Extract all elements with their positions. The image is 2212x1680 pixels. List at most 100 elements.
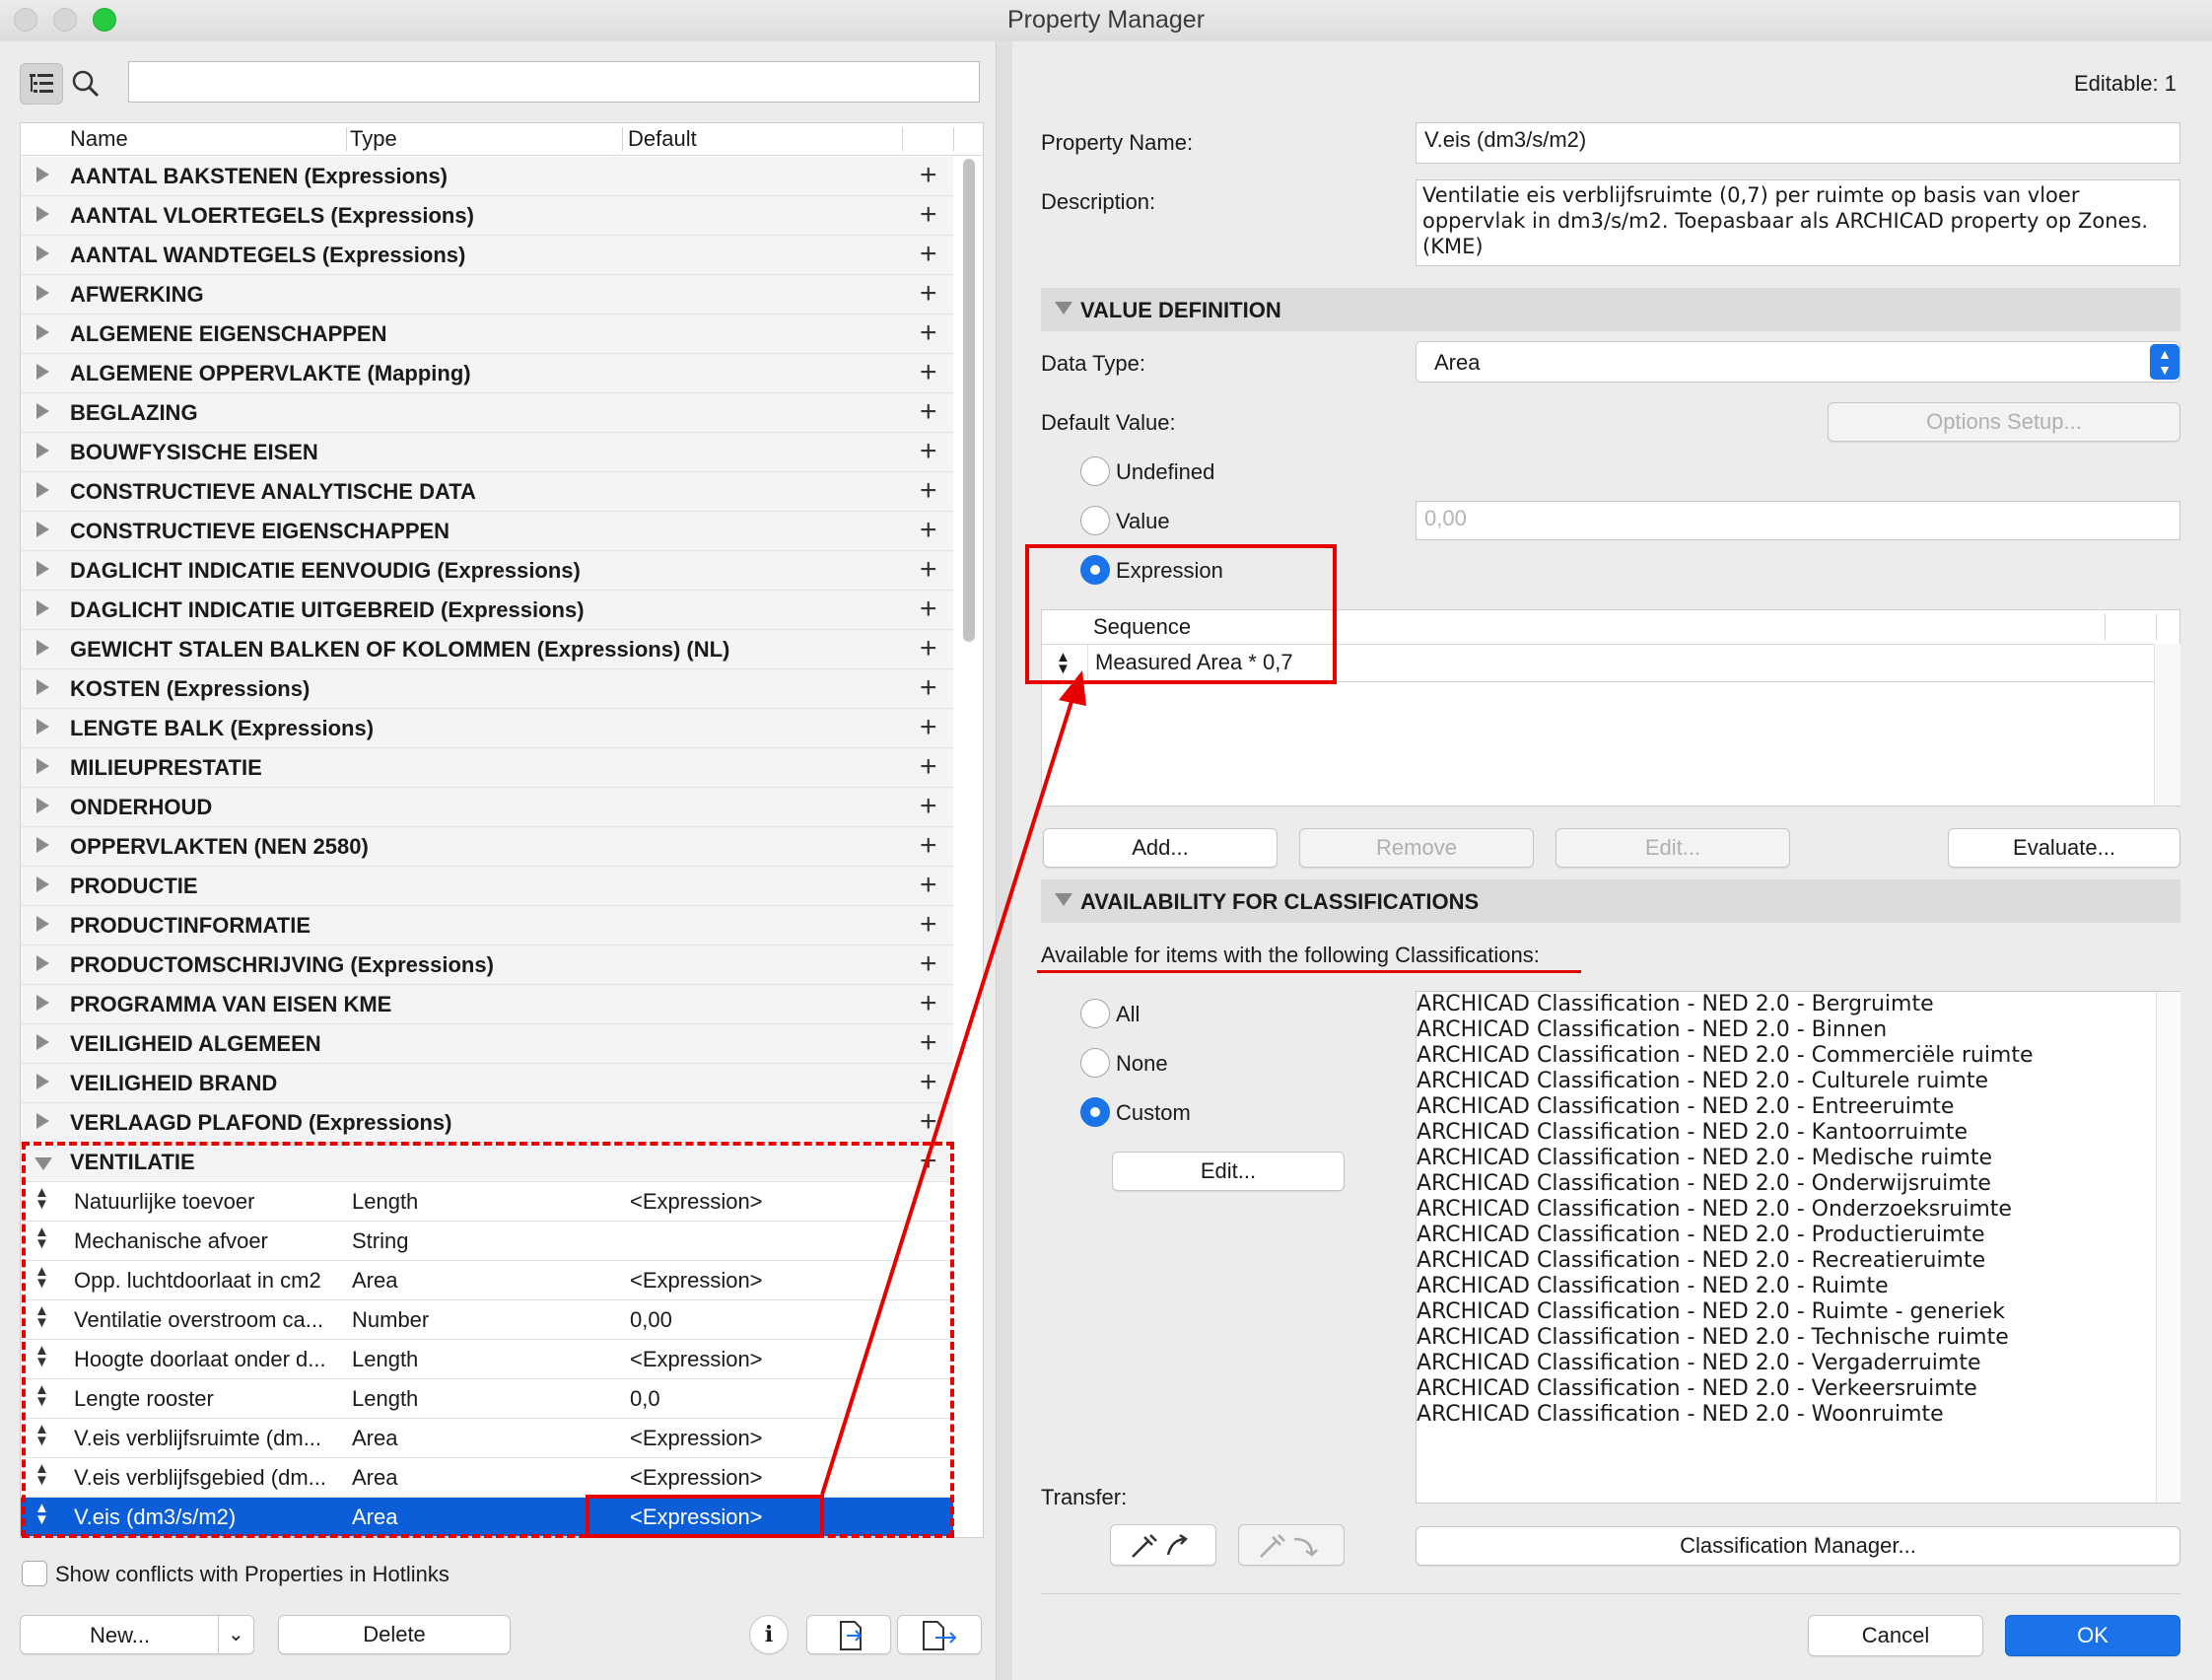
expand-triangle-icon[interactable]: [36, 561, 49, 577]
expand-triangle-icon[interactable]: [36, 758, 49, 774]
expand-triangle-icon[interactable]: [36, 443, 49, 458]
add-property-icon[interactable]: +: [920, 277, 937, 311]
property-name-field[interactable]: V.eis (dm3/s/m2): [1416, 122, 2180, 164]
custom-radio[interactable]: [1080, 1097, 1110, 1127]
sequence-scrollbar[interactable]: [2154, 644, 2180, 805]
search-input[interactable]: [128, 61, 980, 103]
group-row[interactable]: AANTAL VLOERTEGELS (Expressions) +: [21, 196, 953, 236]
expand-triangle-icon[interactable]: [36, 679, 49, 695]
expand-triangle-icon[interactable]: [36, 798, 49, 813]
add-property-icon[interactable]: +: [920, 553, 937, 587]
expand-triangle-icon[interactable]: [36, 1113, 49, 1129]
cancel-button[interactable]: Cancel: [1808, 1615, 1983, 1656]
data-type-select[interactable]: Area ▲ ▼: [1416, 341, 2180, 383]
add-button[interactable]: Add...: [1043, 828, 1278, 868]
add-property-icon[interactable]: +: [920, 514, 937, 547]
transfer-inject-button[interactable]: [1238, 1524, 1345, 1566]
search-icon[interactable]: [71, 69, 101, 104]
expand-triangle-icon[interactable]: [36, 955, 49, 971]
add-property-icon[interactable]: +: [920, 159, 937, 192]
transfer-pick-button[interactable]: [1110, 1524, 1216, 1566]
expand-triangle-icon[interactable]: [36, 403, 49, 419]
availability-section[interactable]: AVAILABILITY FOR CLASSIFICATIONS: [1041, 879, 2180, 923]
group-row[interactable]: DAGLICHT INDICATIE UITGEBREID (Expressio…: [21, 591, 953, 630]
classification-list[interactable]: ARCHICAD Classification - NED 2.0 - Berg…: [1416, 991, 2180, 1504]
expand-triangle-icon[interactable]: [36, 364, 49, 380]
add-property-icon[interactable]: +: [920, 356, 937, 389]
add-property-icon[interactable]: +: [920, 238, 937, 271]
evaluate-button[interactable]: Evaluate...: [1948, 828, 2180, 868]
classification-item[interactable]: ARCHICAD Classification - NED 2.0 - Cult…: [1417, 1069, 2179, 1094]
classification-item[interactable]: ARCHICAD Classification - NED 2.0 - Onde…: [1417, 1171, 2179, 1197]
classification-item[interactable]: ARCHICAD Classification - NED 2.0 - Recr…: [1417, 1248, 2179, 1274]
classification-item[interactable]: ARCHICAD Classification - NED 2.0 - Kant…: [1417, 1120, 2179, 1146]
add-property-icon[interactable]: +: [920, 198, 937, 232]
group-row[interactable]: ALGEMENE EIGENSCHAPPEN +: [21, 315, 953, 354]
classification-item[interactable]: ARCHICAD Classification - NED 2.0 - Comm…: [1417, 1043, 2179, 1069]
value-radio[interactable]: [1080, 506, 1110, 535]
add-property-icon[interactable]: +: [920, 593, 937, 626]
expand-triangle-icon[interactable]: [36, 1034, 49, 1050]
delete-button[interactable]: Delete: [278, 1615, 511, 1654]
group-row[interactable]: CONSTRUCTIEVE ANALYTISCHE DATA +: [21, 472, 953, 512]
add-property-icon[interactable]: +: [920, 435, 937, 468]
expand-triangle-icon[interactable]: [36, 640, 49, 656]
add-property-icon[interactable]: +: [920, 316, 937, 350]
ok-button[interactable]: OK: [2005, 1615, 2180, 1656]
classification-item[interactable]: ARCHICAD Classification - NED 2.0 - Verk…: [1417, 1376, 2179, 1402]
classification-item[interactable]: ARCHICAD Classification - NED 2.0 - Verg…: [1417, 1351, 2179, 1376]
import-button[interactable]: [806, 1615, 891, 1654]
expand-triangle-icon[interactable]: [36, 916, 49, 932]
info-icon[interactable]: i: [749, 1615, 789, 1654]
none-radio[interactable]: [1080, 1048, 1110, 1078]
classification-item[interactable]: ARCHICAD Classification - NED 2.0 - Entr…: [1417, 1094, 2179, 1120]
group-row[interactable]: DAGLICHT INDICATIE EENVOUDIG (Expression…: [21, 551, 953, 591]
group-row[interactable]: GEWICHT STALEN BALKEN OF KOLOMMEN (Expre…: [21, 630, 953, 669]
column-default[interactable]: Default: [628, 126, 697, 152]
edit-sequence-button[interactable]: Edit...: [1555, 828, 1790, 868]
remove-button[interactable]: Remove: [1299, 828, 1534, 868]
column-name[interactable]: Name: [70, 126, 128, 152]
classification-item[interactable]: ARCHICAD Classification - NED 2.0 - Prod…: [1417, 1223, 2179, 1248]
expand-triangle-icon[interactable]: [36, 206, 49, 222]
classification-item[interactable]: ARCHICAD Classification - NED 2.0 - Berg…: [1417, 992, 2179, 1017]
classification-item[interactable]: ARCHICAD Classification - NED 2.0 - Medi…: [1417, 1146, 2179, 1171]
custom-edit-button[interactable]: Edit...: [1112, 1152, 1345, 1191]
group-row[interactable]: AANTAL WANDTEGELS (Expressions) +: [21, 236, 953, 275]
new-dropdown-button[interactable]: New... ⌄: [20, 1615, 254, 1654]
show-conflicts-checkbox[interactable]: [22, 1561, 47, 1586]
description-field[interactable]: Ventilatie eis verblijfsruimte (0,7) per…: [1416, 179, 2180, 266]
value-field[interactable]: 0,00: [1416, 501, 2180, 540]
expand-triangle-icon[interactable]: [36, 876, 49, 892]
group-row[interactable]: BOUWFYSISCHE EISEN +: [21, 433, 953, 472]
expand-triangle-icon[interactable]: [36, 1074, 49, 1089]
expand-triangle-icon[interactable]: [36, 167, 49, 182]
undefined-radio[interactable]: [1080, 456, 1110, 486]
classification-manager-button[interactable]: Classification Manager...: [1416, 1526, 2180, 1566]
expand-triangle-icon[interactable]: [36, 245, 49, 261]
group-row[interactable]: BEGLAZING +: [21, 393, 953, 433]
add-property-icon[interactable]: +: [920, 395, 937, 429]
expand-triangle-icon[interactable]: [36, 324, 49, 340]
all-radio[interactable]: [1080, 999, 1110, 1028]
group-row[interactable]: AANTAL BAKSTENEN (Expressions) +: [21, 157, 953, 196]
group-row[interactable]: ALGEMENE OPPERVLAKTE (Mapping) +: [21, 354, 953, 393]
expand-triangle-icon[interactable]: [36, 837, 49, 853]
classification-item[interactable]: ARCHICAD Classification - NED 2.0 - Binn…: [1417, 1017, 2179, 1043]
column-type[interactable]: Type: [350, 126, 397, 152]
classification-item[interactable]: ARCHICAD Classification - NED 2.0 - Ruim…: [1417, 1274, 2179, 1299]
classification-item[interactable]: ARCHICAD Classification - NED 2.0 - Ruim…: [1417, 1299, 2179, 1325]
options-setup-button[interactable]: Options Setup...: [1828, 402, 2180, 442]
classification-item[interactable]: ARCHICAD Classification - NED 2.0 - Onde…: [1417, 1197, 2179, 1223]
expand-triangle-icon[interactable]: [36, 600, 49, 616]
classification-item[interactable]: ARCHICAD Classification - NED 2.0 - Woon…: [1417, 1402, 2179, 1428]
group-row[interactable]: AFWERKING +: [21, 275, 953, 315]
group-row[interactable]: CONSTRUCTIEVE EIGENSCHAPPEN +: [21, 512, 953, 551]
expand-triangle-icon[interactable]: [36, 522, 49, 537]
add-property-icon[interactable]: +: [920, 474, 937, 508]
classification-scrollbar[interactable]: [2156, 992, 2180, 1503]
expand-triangle-icon[interactable]: [36, 995, 49, 1011]
expand-triangle-icon[interactable]: [36, 285, 49, 301]
export-button[interactable]: [897, 1615, 982, 1654]
list-view-button[interactable]: [20, 63, 63, 105]
